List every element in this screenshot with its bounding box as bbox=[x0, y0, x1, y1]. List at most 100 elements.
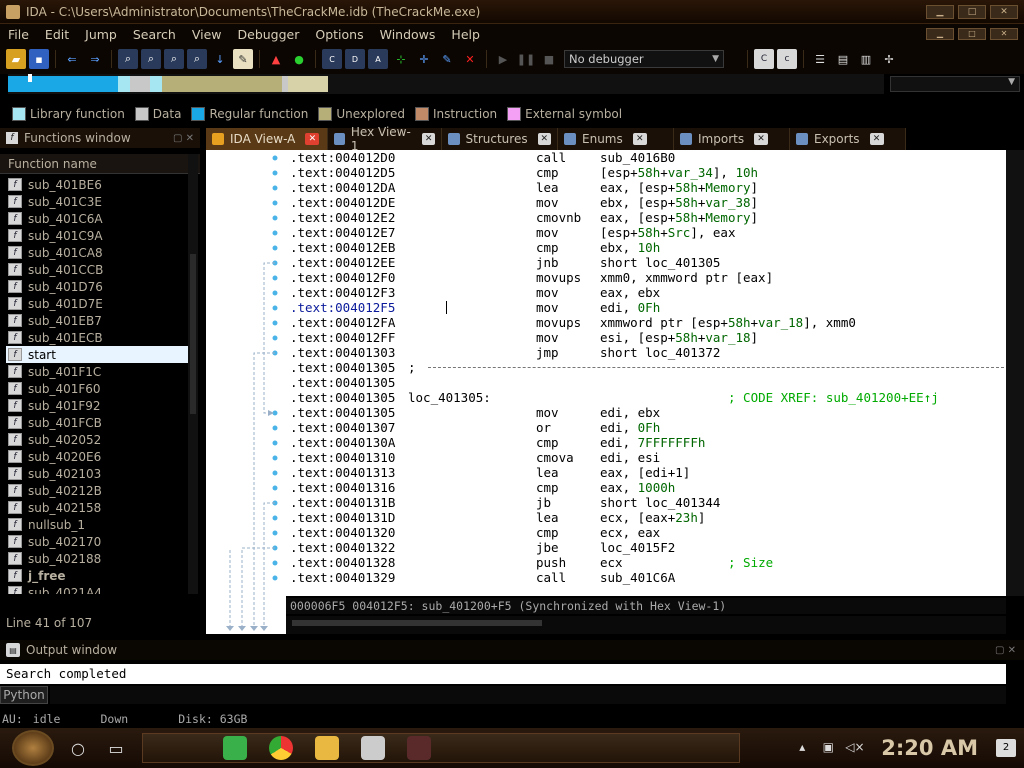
operands[interactable]: [esp+58h+var_34], 10h bbox=[600, 165, 758, 180]
horizontal-scrollbar[interactable] bbox=[286, 616, 1006, 634]
function-list-item[interactable]: f start bbox=[6, 346, 188, 363]
disassembly-line[interactable]: .text:00401305; bbox=[286, 360, 1006, 375]
text-search-icon[interactable]: ⌕ bbox=[141, 49, 161, 69]
disassembly-line[interactable]: .text:00401305 bbox=[286, 375, 1006, 390]
jump-down-icon[interactable]: ↓ bbox=[210, 49, 230, 69]
tab-enums[interactable]: Enums ✕ bbox=[558, 128, 674, 150]
tab-ida-view-a[interactable]: IDA View-A ✕ bbox=[206, 128, 328, 150]
close-icon[interactable]: ✕ bbox=[869, 133, 884, 145]
operands[interactable]: edi, esi bbox=[600, 450, 660, 465]
chart-icon[interactable]: ▥ bbox=[856, 49, 876, 69]
data-icon[interactable]: D bbox=[345, 49, 365, 69]
tools-icon[interactable]: ✢ bbox=[879, 49, 899, 69]
menu-help[interactable]: Help bbox=[443, 27, 488, 42]
media-app-icon[interactable] bbox=[407, 736, 431, 760]
function-list-item[interactable]: f sub_401FCB bbox=[6, 414, 188, 431]
close-icon[interactable]: ✕ bbox=[632, 133, 647, 145]
search-circle-icon[interactable]: ○ bbox=[64, 734, 92, 762]
python-button[interactable]: Python bbox=[0, 686, 48, 704]
operands[interactable]: short loc_401305 bbox=[600, 255, 720, 270]
operands[interactable]: xmm0, xmmword ptr [eax] bbox=[600, 270, 773, 285]
operands[interactable]: edi, 0Fh bbox=[600, 420, 660, 435]
operands[interactable]: sub_401C6A bbox=[600, 570, 675, 585]
function-list-scrollbar[interactable] bbox=[188, 154, 198, 594]
ida-taskbar-icon[interactable] bbox=[361, 736, 385, 760]
warning-icon[interactable]: ▲ bbox=[266, 49, 286, 69]
mdi-close-button[interactable]: ✕ bbox=[990, 28, 1018, 40]
close-icon[interactable]: ✕ bbox=[422, 133, 435, 145]
chrome-icon[interactable] bbox=[269, 736, 293, 760]
debugger-select[interactable]: No debugger ▼ bbox=[564, 50, 724, 68]
operands[interactable]: ecx, eax bbox=[600, 525, 660, 540]
graph-icon[interactable]: ▤ bbox=[833, 49, 853, 69]
menu-options[interactable]: Options bbox=[307, 27, 371, 42]
panel-close-icon[interactable]: ▢ ✕ bbox=[995, 645, 1016, 656]
disassembly-line[interactable]: .text:00401320 cmp ecx, eax bbox=[286, 525, 1006, 540]
disassembly-line[interactable]: .text:004012DE mov ebx, [esp+58h+var_38] bbox=[286, 195, 1006, 210]
disassembly-line[interactable]: .text:0040131D lea ecx, [eax+23h] bbox=[286, 510, 1006, 525]
menu-jump[interactable]: Jump bbox=[77, 27, 125, 42]
operands[interactable]: edi, ebx bbox=[600, 405, 660, 420]
operands[interactable]: ebx, 10h bbox=[600, 240, 660, 255]
menu-windows[interactable]: Windows bbox=[372, 27, 444, 42]
volume-muted-icon[interactable]: ◁× bbox=[845, 740, 864, 756]
function-list-item[interactable]: f sub_402052 bbox=[6, 431, 188, 448]
menu-search[interactable]: Search bbox=[125, 27, 184, 42]
disassembly-scrollbar[interactable] bbox=[1006, 150, 1024, 596]
disassembly-line[interactable]: .text:004012EE jnb short loc_401305 bbox=[286, 255, 1006, 270]
hex-view-icon[interactable]: C bbox=[754, 49, 774, 69]
function-list-item[interactable]: f sub_401CA8 bbox=[6, 244, 188, 261]
line-label[interactable]: ; bbox=[408, 360, 416, 375]
disassembly-line[interactable]: .text:004012E7 mov [esp+58h+Src], eax bbox=[286, 225, 1006, 240]
close-icon[interactable]: ✕ bbox=[537, 133, 551, 145]
string-icon[interactable]: A bbox=[368, 49, 388, 69]
function-list-item[interactable]: f sub_4020E6 bbox=[6, 448, 188, 465]
operands[interactable]: ecx bbox=[600, 555, 623, 570]
operands[interactable]: xmmword ptr [esp+58h+var_18], xmm0 bbox=[600, 315, 856, 330]
disassembly-line[interactable]: .text:00401305 mov edi, ebx bbox=[286, 405, 1006, 420]
disassembly-line[interactable]: .text:00401322 jbe loc_4015F2 bbox=[286, 540, 1006, 555]
navigation-band[interactable] bbox=[8, 74, 884, 94]
function-list-item[interactable]: f nullsub_1 bbox=[6, 516, 188, 533]
disassembly-line[interactable]: .text:004012FA movups xmmword ptr [esp+58h… bbox=[286, 315, 1006, 330]
function-list-item[interactable]: f sub_401D7E bbox=[6, 295, 188, 312]
open-folder-icon[interactable]: ▰ bbox=[6, 49, 26, 69]
operands[interactable]: ecx, [eax+23h] bbox=[600, 510, 705, 525]
disassembly-line[interactable]: .text:004012F5 mov edi, 0Fh bbox=[286, 300, 1006, 315]
minimize-button[interactable]: ▁ bbox=[926, 4, 954, 19]
function-list-item[interactable]: f sub_401CCB bbox=[6, 261, 188, 278]
disassembly-line[interactable]: .text:004012DA lea eax, [esp+58h+Memory] bbox=[286, 180, 1006, 195]
operands[interactable]: edi, 0Fh bbox=[600, 300, 660, 315]
back-arrow-icon[interactable]: ⇐ bbox=[62, 49, 82, 69]
operands[interactable]: short loc_401372 bbox=[600, 345, 720, 360]
disassembly-line[interactable]: .text:00401316 cmp eax, 1000h bbox=[286, 480, 1006, 495]
function-list-item[interactable]: f sub_401D76 bbox=[6, 278, 188, 295]
disassembly-line[interactable]: .text:004012D0 call sub_4016B0 bbox=[286, 150, 1006, 165]
list-icon[interactable]: ☰ bbox=[810, 49, 830, 69]
operands[interactable]: eax, [esp+58h+Memory] bbox=[600, 180, 758, 195]
operands[interactable]: loc_4015F2 bbox=[600, 540, 675, 555]
edit-function-icon[interactable]: ✎ bbox=[437, 49, 457, 69]
disassembly-line[interactable]: .text:00401310 cmova edi, esi bbox=[286, 450, 1006, 465]
menu-view[interactable]: View bbox=[184, 27, 230, 42]
search-next-icon[interactable]: ⌕ bbox=[187, 49, 207, 69]
tab-structures[interactable]: Structures ✕ bbox=[442, 128, 558, 150]
operands[interactable]: short loc_401344 bbox=[600, 495, 720, 510]
panel-close-icon[interactable]: ▢ ✕ bbox=[173, 133, 194, 144]
close-icon[interactable]: ✕ bbox=[754, 133, 769, 145]
create-function-icon[interactable]: ✛ bbox=[414, 49, 434, 69]
function-list-item[interactable]: f j_free bbox=[6, 567, 188, 584]
clock[interactable]: 2:20 AM bbox=[881, 736, 978, 760]
function-list-item[interactable]: f sub_4021A4 bbox=[6, 584, 188, 594]
function-list-item[interactable]: f sub_402188 bbox=[6, 550, 188, 567]
save-icon[interactable]: ▪ bbox=[29, 49, 49, 69]
function-list-item[interactable]: f sub_401F60 bbox=[6, 380, 188, 397]
function-list-item[interactable]: f sub_401C6A bbox=[6, 210, 188, 227]
function-list-item[interactable]: f sub_401EB7 bbox=[6, 312, 188, 329]
maximize-button[interactable]: □ bbox=[958, 4, 986, 19]
disassembly-line[interactable]: .text:00401313 lea eax, [edi+1] bbox=[286, 465, 1006, 480]
forward-arrow-icon[interactable]: ⇒ bbox=[85, 49, 105, 69]
pen-icon[interactable]: ✎ bbox=[233, 49, 253, 69]
disassembly-line[interactable]: .text:00401303 jmp short loc_401372 bbox=[286, 345, 1006, 360]
operands[interactable]: eax, ebx bbox=[600, 285, 660, 300]
